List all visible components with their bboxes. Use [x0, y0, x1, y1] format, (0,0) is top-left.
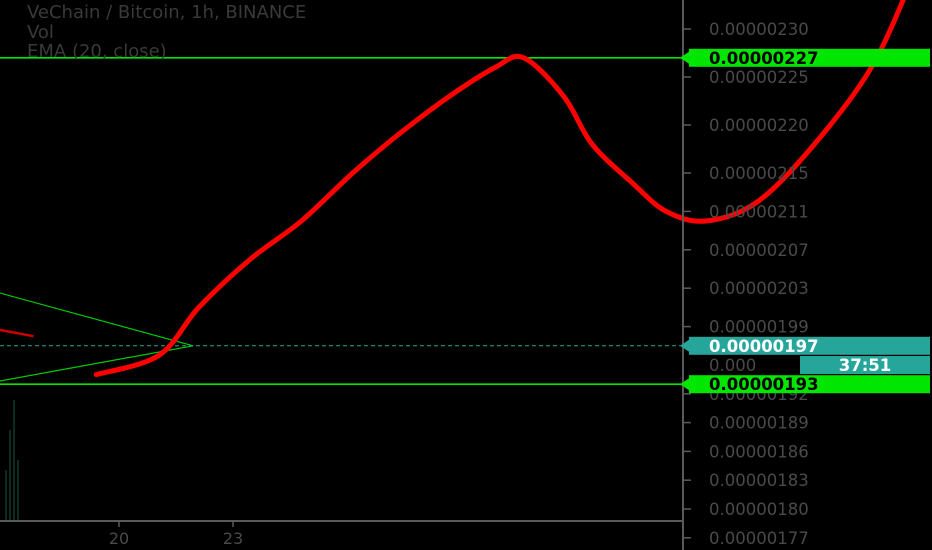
ema-indicator-label[interactable]: EMA (20, close) — [27, 42, 306, 62]
chart-title: VeChain / Bitcoin, 1h, BINANCE — [27, 2, 307, 23]
time-tick-label: 20 — [109, 529, 129, 548]
support-price-badge: 0.00000193 — [709, 375, 819, 394]
resistance-price-badge: 0.00000227 — [709, 49, 819, 68]
chart-legend: VeChain / Bitcoin, 1h, BINANCE Vol EMA (… — [27, 3, 306, 62]
price-tick-label: 0.00000189 — [709, 414, 809, 433]
price-axis[interactable]: 0.00000230 0.00000225 0.00000220 0.00000215… — [682, 0, 809, 550]
price-tick-label: 0.00000207 — [709, 241, 809, 260]
price-tick-label: 0.00000211 — [709, 202, 809, 221]
ema-line — [0, 328, 34, 338]
support-price-badge-pointer — [680, 378, 689, 391]
price-tick-label: 0.00000215 — [709, 164, 809, 183]
price-tick-label: 0.00000225 — [709, 68, 809, 87]
volume-indicator-label[interactable]: Vol — [27, 22, 306, 43]
price-chart[interactable]: 0.00000230 0.00000225 0.00000220 0.00000215… — [0, 0, 932, 550]
price-tick-label: 0.00000199 — [709, 318, 809, 337]
last-price-badge: 0.00000197 — [709, 337, 819, 356]
price-tick-label: 0.00000230 — [709, 20, 809, 39]
price-tick-label: 0.00000177 — [709, 529, 809, 548]
price-tick-label: 0.00000220 — [709, 116, 809, 135]
triangle-upper-line — [0, 292, 194, 347]
bar-countdown: 37:51 — [839, 356, 892, 375]
price-tick-label: 0.00000186 — [709, 442, 809, 461]
price-tick-label: 0.00000203 — [709, 279, 809, 298]
time-tick-label: 23 — [223, 529, 243, 548]
price-tick-label: 0.00000183 — [709, 471, 809, 490]
partial-price-label: 0.000 — [709, 356, 756, 375]
last-price-badge-pointer — [680, 339, 689, 352]
time-axis[interactable]: 20 23 — [0, 520, 683, 548]
resistance-price-badge-pointer — [680, 51, 689, 64]
price-tick-label: 0.00000180 — [709, 500, 809, 519]
